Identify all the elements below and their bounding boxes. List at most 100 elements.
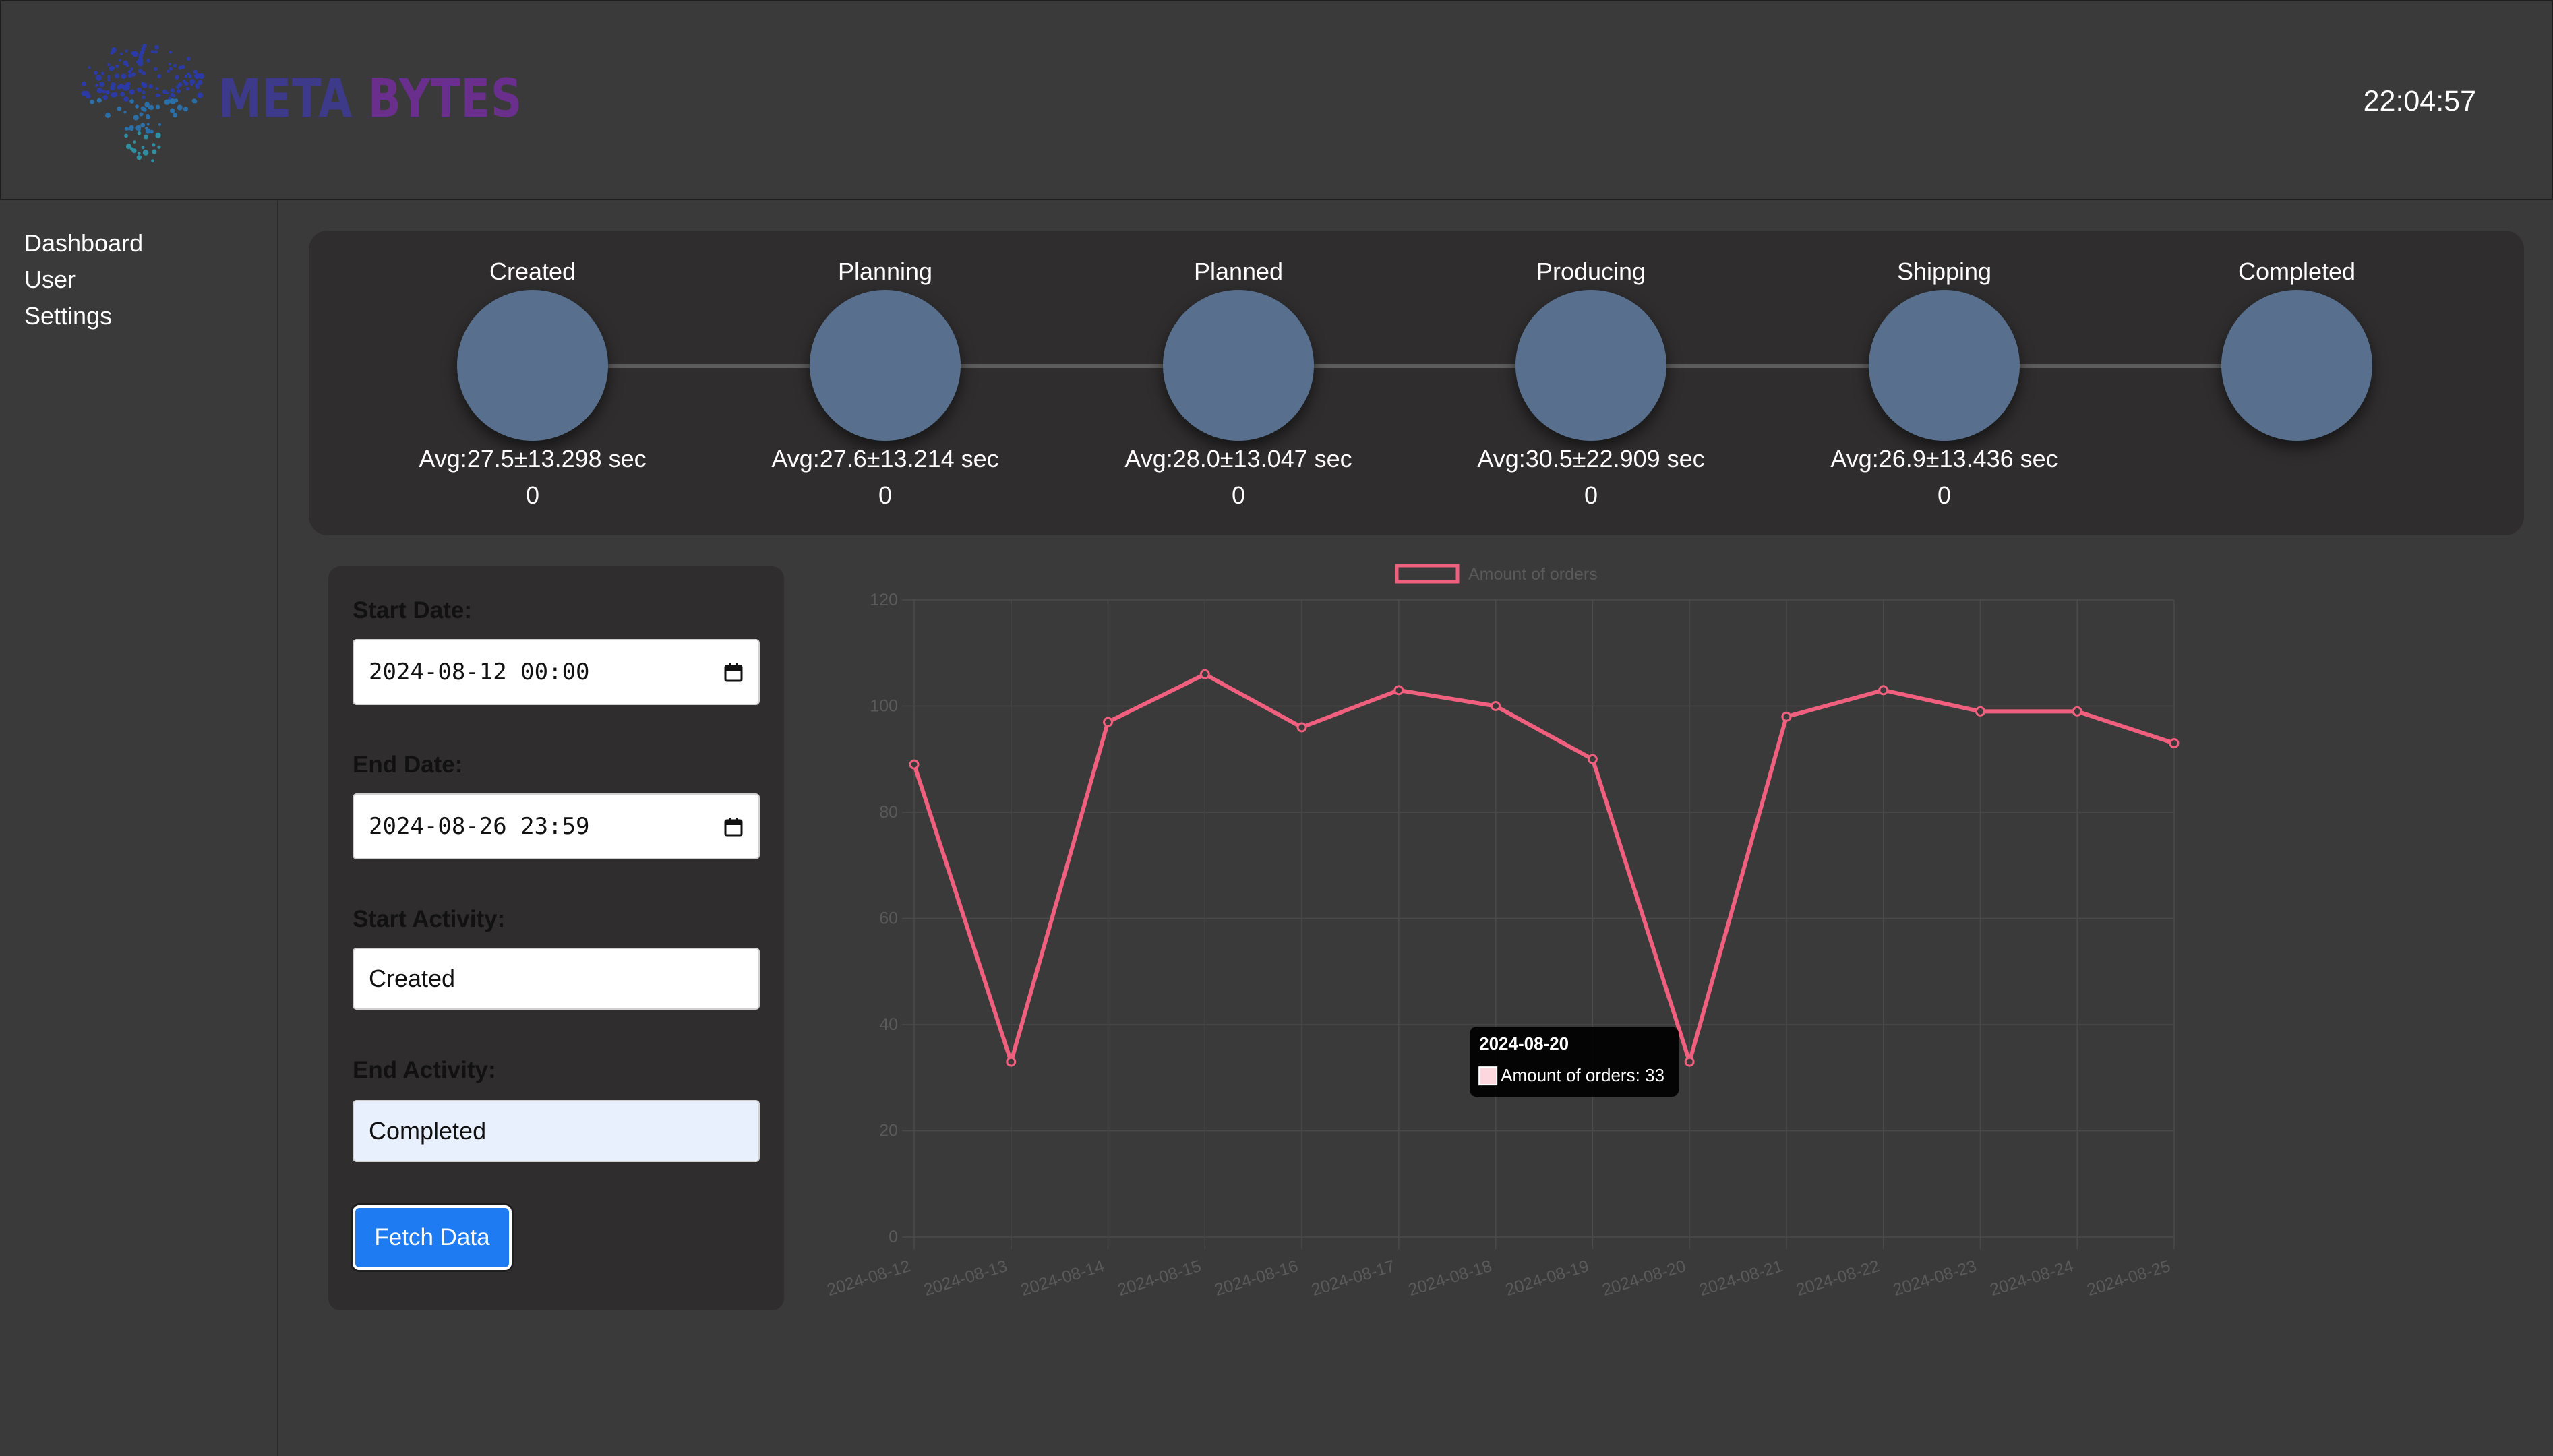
logo-dot — [129, 67, 133, 71]
logo-dot — [197, 92, 204, 98]
logo-dot — [174, 98, 179, 103]
logo-dot — [117, 85, 121, 90]
stage-count: 0 — [1584, 481, 1598, 509]
logo-dot — [142, 90, 146, 94]
data-point[interactable] — [909, 759, 920, 770]
stage-circle[interactable] — [1869, 290, 2020, 441]
start-activity-input[interactable]: Created — [353, 948, 760, 1010]
y-tick-label: 60 — [879, 909, 898, 928]
logo-dot — [184, 75, 187, 78]
logo-dot — [154, 67, 158, 71]
logo-dot — [100, 71, 104, 75]
x-tick-label: 2024-08-17 — [1309, 1256, 1397, 1300]
logo-dot — [125, 144, 131, 150]
logo[interactable]: META BYTES — [76, 36, 522, 164]
logo-dot — [86, 94, 91, 99]
x-tick-label: 2024-08-25 — [2084, 1256, 2172, 1300]
x-tick-label: 2024-08-18 — [1406, 1256, 1494, 1300]
sidebar-item-user[interactable]: User — [24, 266, 76, 294]
sidebar: Dashboard User Settings — [0, 200, 278, 1456]
sidebar-item-settings[interactable]: Settings — [24, 302, 112, 330]
start-date-label: Start Date: — [353, 597, 472, 624]
stage-circle[interactable] — [810, 290, 961, 441]
logo-dot — [154, 50, 158, 54]
tooltip-swatch — [1478, 1066, 1498, 1086]
logo-dot — [181, 65, 185, 69]
logo-dot — [168, 62, 172, 66]
logo-dot — [94, 71, 98, 75]
start-activity-label: Start Activity: — [353, 906, 506, 932]
y-tick-label: 80 — [879, 803, 898, 822]
logo-dot — [102, 95, 108, 100]
logo-dot — [94, 84, 98, 87]
logo-dot — [184, 81, 189, 86]
stage-count: 0 — [878, 481, 893, 509]
logo-dot — [105, 113, 111, 119]
logo-dot — [142, 71, 146, 75]
x-tick-label: 2024-08-12 — [824, 1256, 912, 1300]
data-point[interactable] — [1975, 706, 1985, 717]
logo-dot — [144, 134, 148, 140]
stage-circle[interactable] — [457, 290, 608, 441]
logo-dot — [120, 92, 125, 97]
logo-dot — [111, 47, 117, 53]
logo-dot — [135, 125, 140, 131]
logo-dot — [141, 146, 145, 150]
stage-label: Planned — [1193, 257, 1284, 285]
fetch-data-button[interactable]: Fetch Data — [353, 1205, 512, 1270]
logo-dot — [131, 72, 136, 77]
logo-dot — [138, 69, 142, 73]
logo-dot — [170, 108, 175, 113]
logo-dot — [107, 75, 111, 79]
logo-dot — [173, 63, 177, 68]
calendar-icon[interactable] — [723, 817, 744, 837]
calendar-icon[interactable] — [723, 663, 744, 683]
tooltip-body: Amount of orders: 33 — [1501, 1065, 1664, 1085]
stage-circle[interactable] — [1515, 290, 1666, 441]
data-point[interactable] — [1491, 701, 1501, 711]
logo-dot — [129, 125, 134, 130]
logo-dot — [81, 81, 86, 86]
stage-circle[interactable] — [2221, 290, 2372, 441]
y-tick-label: 40 — [879, 1015, 898, 1034]
stage-avg: Avg:27.6±13.214 sec — [771, 445, 999, 473]
logo-dot — [196, 85, 200, 90]
logo-dot — [169, 67, 173, 71]
stage-avg: Avg:28.0±13.047 sec — [1124, 445, 1352, 473]
logo-dot — [146, 59, 150, 63]
logo-dot — [148, 84, 153, 89]
x-tick-label: 2024-08-22 — [1794, 1256, 1882, 1300]
logo-dot — [123, 96, 129, 102]
logo-dot — [197, 80, 203, 86]
data-point[interactable] — [1103, 717, 1114, 727]
data-point[interactable] — [2072, 706, 2082, 717]
data-point[interactable] — [1781, 711, 1792, 722]
stage-label: Producing — [1536, 257, 1646, 285]
data-point[interactable] — [1587, 754, 1598, 764]
logo-dot — [107, 63, 111, 67]
logo-dot — [187, 57, 191, 61]
logo-dot — [173, 94, 176, 98]
sidebar-item-dashboard[interactable]: Dashboard — [24, 229, 143, 257]
logo-dot — [155, 132, 161, 138]
logo-dot — [150, 50, 154, 54]
stage-count: 0 — [1937, 481, 1952, 509]
start-date-input[interactable]: 2024-08-12 00:00 — [353, 639, 760, 705]
data-point[interactable] — [2169, 738, 2180, 749]
logo-dot — [191, 80, 195, 84]
stage-circle[interactable] — [1163, 290, 1314, 441]
data-point[interactable] — [1296, 722, 1307, 733]
end-activity-input[interactable]: Completed — [353, 1100, 760, 1162]
logo-dot — [99, 82, 104, 86]
logo-dot — [177, 104, 183, 111]
data-point[interactable] — [1006, 1056, 1017, 1067]
data-point[interactable] — [1199, 669, 1210, 679]
logo-dot — [136, 88, 140, 91]
start-date-value: 2024-08-12 00:00 — [369, 659, 590, 686]
filter-form: Start Date: 2024-08-12 00:00 End Date: 2… — [328, 566, 784, 1310]
logo-dot — [146, 123, 150, 126]
data-point[interactable] — [1878, 685, 1889, 696]
data-point[interactable] — [1684, 1056, 1695, 1067]
data-point[interactable] — [1393, 685, 1404, 696]
end-date-input[interactable]: 2024-08-26 23:59 — [353, 793, 760, 859]
